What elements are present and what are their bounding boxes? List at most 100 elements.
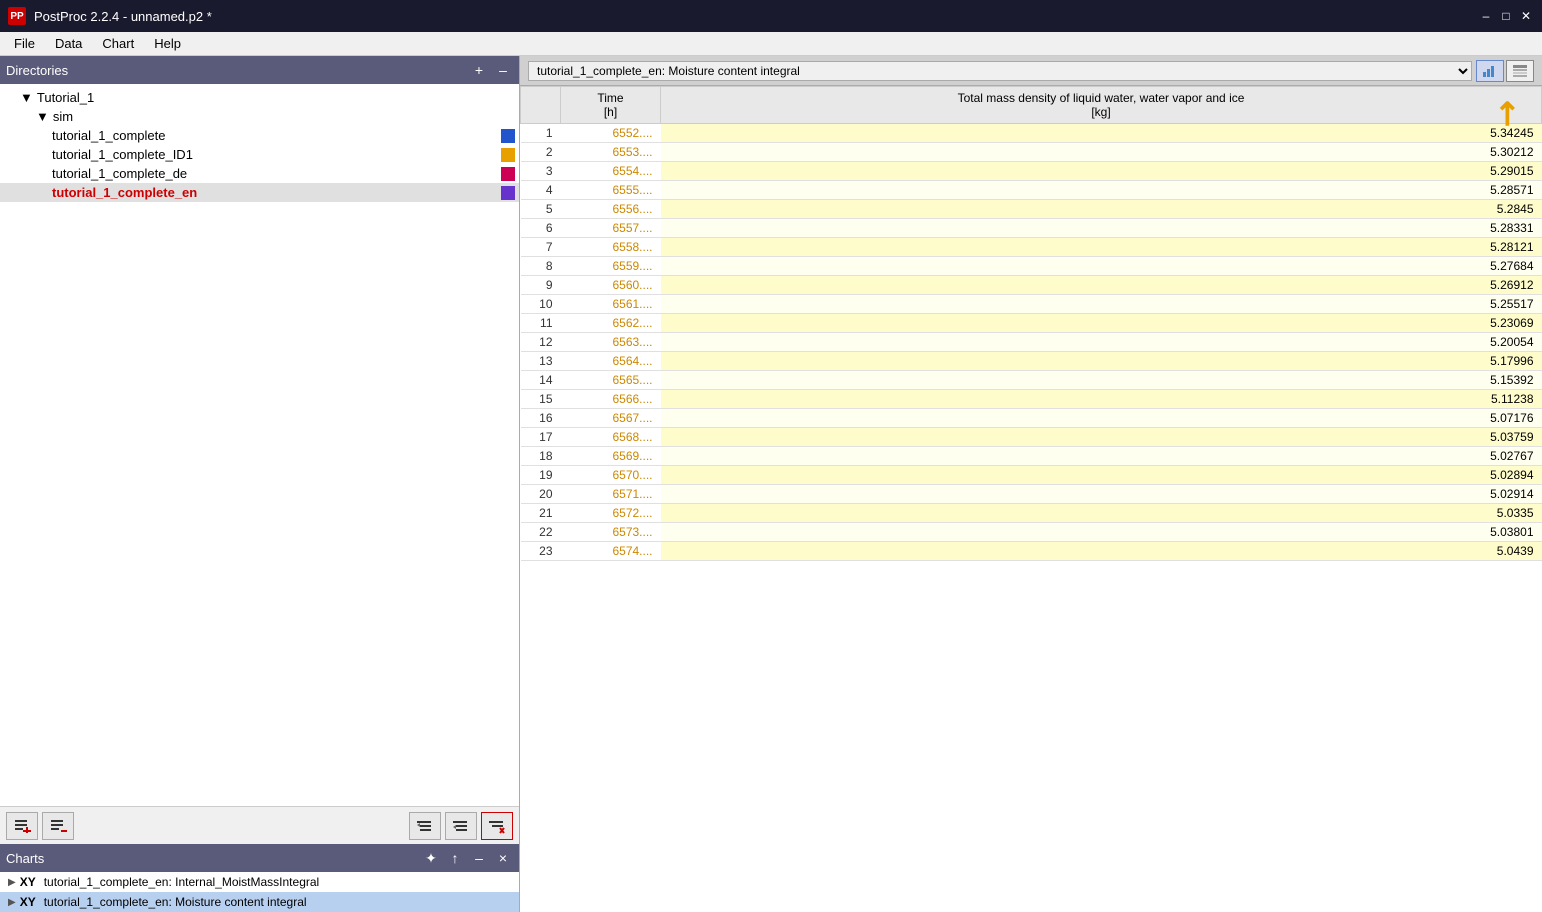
row-value: 5.28121 <box>661 238 1542 257</box>
row-value: 5.02914 <box>661 485 1542 504</box>
chart-expand-icon: ▶ <box>8 877 16 888</box>
table-row: 8 6559.... 5.27684 <box>521 257 1542 276</box>
tree-label: sim <box>53 109 73 124</box>
minimize-button[interactable]: – <box>1478 8 1494 24</box>
row-number: 5 <box>521 200 561 219</box>
tree-item-complete[interactable]: tutorial_1_complete <box>0 126 519 145</box>
row-time: 6568.... <box>561 428 661 447</box>
row-value: 5.02894 <box>661 466 1542 485</box>
maximize-button[interactable]: □ <box>1498 8 1514 24</box>
row-time: 6562.... <box>561 314 661 333</box>
charts-list: ▶ XY tutorial_1_complete_en: Internal_Mo… <box>0 872 519 912</box>
row-number: 10 <box>521 295 561 314</box>
chart-label-0: tutorial_1_complete_en: Internal_MoistMa… <box>44 875 319 889</box>
tree-label: Tutorial_1 <box>37 90 94 105</box>
tree-label: tutorial_1_complete_en <box>52 185 197 200</box>
close-button[interactable]: ✕ <box>1518 8 1534 24</box>
tree-expand-icon: ▼ <box>36 109 49 124</box>
table-row: 5 6556.... 5.2845 <box>521 200 1542 219</box>
color-indicator-blue <box>501 129 515 143</box>
color-indicator-purple <box>501 186 515 200</box>
menu-file[interactable]: File <box>4 34 45 53</box>
chart-item-1[interactable]: ▶ XY tutorial_1_complete_en: Moisture co… <box>0 892 519 912</box>
menu-data[interactable]: Data <box>45 34 92 53</box>
charts-up-btn[interactable]: ↑ <box>445 848 465 868</box>
row-time: 6553.... <box>561 143 661 162</box>
row-number: 4 <box>521 181 561 200</box>
app-icon: PP <box>8 7 26 25</box>
row-time: 6557.... <box>561 219 661 238</box>
row-number: 6 <box>521 219 561 238</box>
table-row: 12 6563.... 5.20054 <box>521 333 1542 352</box>
table-view-icon <box>1512 64 1528 78</box>
row-time: 6559.... <box>561 257 661 276</box>
row-number: 13 <box>521 352 561 371</box>
row-time: 6555.... <box>561 181 661 200</box>
table-row: 7 6558.... 5.28121 <box>521 238 1542 257</box>
row-time: 6565.... <box>561 371 661 390</box>
left-panel: Directories + – ▼ Tutorial_1 ▼ sim tutor… <box>0 56 520 912</box>
directories-tree: ▼ Tutorial_1 ▼ sim tutorial_1_complete t… <box>0 84 519 806</box>
table-row: 22 6573.... 5.03801 <box>521 523 1542 542</box>
remove-list-button[interactable] <box>42 812 74 840</box>
charts-close-btn[interactable]: × <box>493 848 513 868</box>
row-value: 5.2845 <box>661 200 1542 219</box>
dir-buttons <box>0 806 519 844</box>
delete-button[interactable] <box>481 812 513 840</box>
color-indicator-orange <box>501 148 515 162</box>
col-header-value: Total mass density of liquid water, wate… <box>661 87 1542 124</box>
tree-item-de[interactable]: tutorial_1_complete_de <box>0 164 519 183</box>
menu-chart[interactable]: Chart <box>92 34 144 53</box>
row-value: 5.26912 <box>661 276 1542 295</box>
chart-view-button[interactable] <box>1476 60 1504 82</box>
row-value: 5.02767 <box>661 447 1542 466</box>
row-value: 5.27684 <box>661 257 1542 276</box>
menu-help[interactable]: Help <box>144 34 191 53</box>
table-header-bar: tutorial_1_complete_en: Moisture content… <box>520 56 1542 86</box>
table-row: 9 6560.... 5.26912 <box>521 276 1542 295</box>
add-list-button[interactable] <box>6 812 38 840</box>
view-buttons <box>1476 60 1534 82</box>
indent-button[interactable] <box>409 812 441 840</box>
tree-item-id1[interactable]: tutorial_1_complete_ID1 <box>0 145 519 164</box>
row-value: 5.25517 <box>661 295 1542 314</box>
add-list-icon <box>12 817 32 835</box>
row-time: 6560.... <box>561 276 661 295</box>
row-number: 7 <box>521 238 561 257</box>
charts-collapse-btn[interactable]: – <box>469 848 489 868</box>
table-row: 14 6565.... 5.15392 <box>521 371 1542 390</box>
row-number: 11 <box>521 314 561 333</box>
directories-add-btn[interactable]: + <box>469 60 489 80</box>
outdent-icon <box>451 817 471 835</box>
outdent-button[interactable] <box>445 812 477 840</box>
row-time: 6571.... <box>561 485 661 504</box>
row-number: 18 <box>521 447 561 466</box>
charts-add-btn[interactable]: ✦ <box>421 848 441 868</box>
directories-collapse-btn[interactable]: – <box>493 60 513 80</box>
row-time: 6573.... <box>561 523 661 542</box>
row-value: 5.29015 <box>661 162 1542 181</box>
row-time: 6554.... <box>561 162 661 181</box>
row-time: 6567.... <box>561 409 661 428</box>
chart-item-0[interactable]: ▶ XY tutorial_1_complete_en: Internal_Mo… <box>0 872 519 892</box>
tree-item-sim[interactable]: ▼ sim <box>0 107 519 126</box>
color-indicator-red <box>501 167 515 181</box>
tree-item-tutorial1[interactable]: ▼ Tutorial_1 <box>0 88 519 107</box>
table-title-dropdown[interactable]: tutorial_1_complete_en: Moisture content… <box>528 61 1472 81</box>
data-table-container[interactable]: ↗ Time[h] Total mass density of liquid w… <box>520 86 1542 912</box>
tree-item-en[interactable]: tutorial_1_complete_en <box>0 183 519 202</box>
data-table: Time[h] Total mass density of liquid wat… <box>520 86 1542 561</box>
main-content: Directories + – ▼ Tutorial_1 ▼ sim tutor… <box>0 56 1542 912</box>
row-time: 6570.... <box>561 466 661 485</box>
table-row: 18 6569.... 5.02767 <box>521 447 1542 466</box>
col-header-num <box>521 87 561 124</box>
tree-label: tutorial_1_complete_de <box>52 166 187 181</box>
table-row: 16 6567.... 5.07176 <box>521 409 1542 428</box>
row-number: 21 <box>521 504 561 523</box>
table-view-button[interactable] <box>1506 60 1534 82</box>
row-number: 2 <box>521 143 561 162</box>
remove-list-icon <box>48 817 68 835</box>
row-number: 15 <box>521 390 561 409</box>
directories-header: Directories + – <box>0 56 519 84</box>
table-row: 3 6554.... 5.29015 <box>521 162 1542 181</box>
